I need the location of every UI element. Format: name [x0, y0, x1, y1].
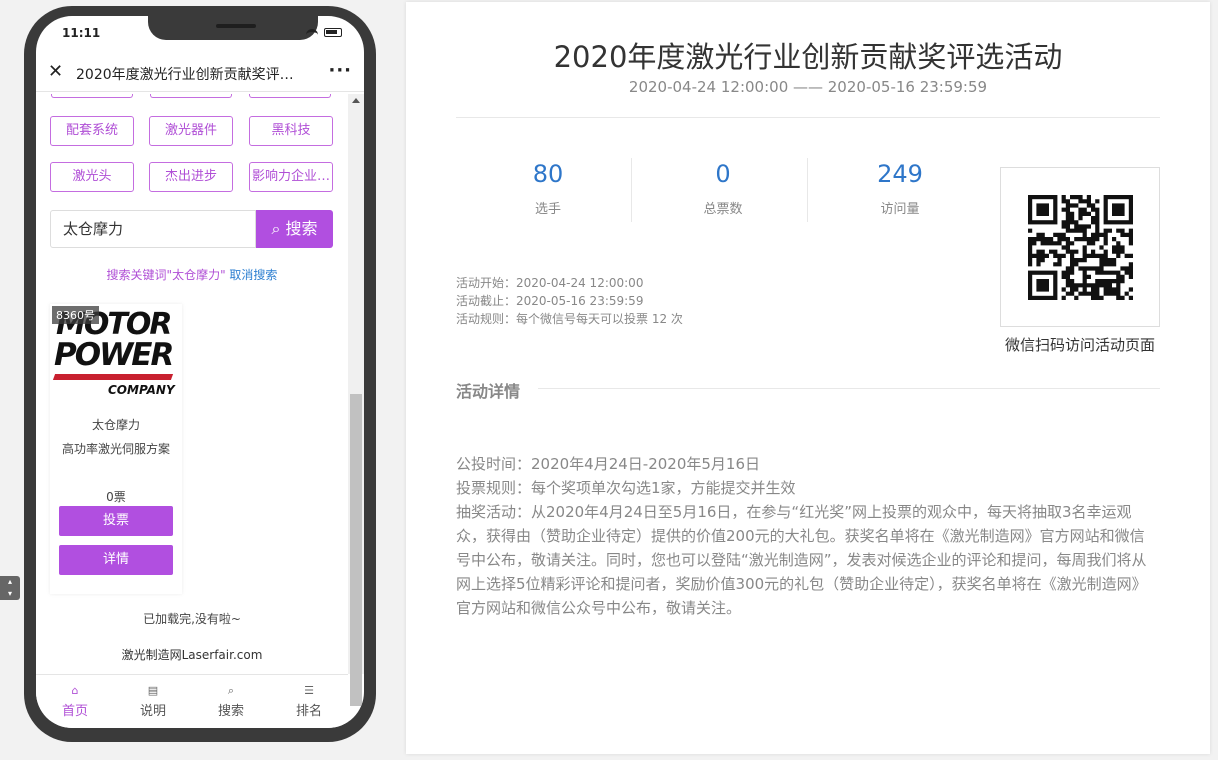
tab-ranking[interactable]: ☰ 排名 [270, 675, 348, 728]
category-button[interactable]: 影响力企业… [249, 162, 333, 192]
activity-daterange: 2020-04-24 12:00:00 —— 2020-05-16 23:59:… [628, 78, 988, 96]
logo-text-company: COMPANY [108, 383, 175, 397]
category-button[interactable]: 激光器件 [149, 116, 233, 146]
search-input[interactable]: 太仓摩力 [50, 210, 256, 248]
divider [456, 117, 1160, 118]
nav-bar: ✕ 2020年度激光行业创新贡献奖评… ··· [36, 58, 364, 92]
tab-home[interactable]: ⌂ 首页 [36, 675, 114, 728]
category-button[interactable]: 杰出进步 [149, 162, 233, 192]
stat-divider [807, 158, 808, 222]
status-time: 11:11 [62, 26, 101, 40]
search-hint-keyword: 搜索关键词"太仓摩力" [106, 268, 226, 282]
section-title: 活动详情 [456, 382, 521, 401]
search-icon: ⌕ [227, 684, 235, 697]
tab-description[interactable]: ▤ 说明 [114, 675, 192, 728]
battery-icon [324, 28, 342, 37]
section-divider [538, 388, 1160, 389]
category-button[interactable]: 配套系统 [50, 116, 134, 146]
activity-end: 活动截止：2020-05-16 23:59:59 [456, 294, 644, 308]
vote-button[interactable]: 投票 [59, 506, 173, 536]
contestant-desc: 高功率激光伺服方案 [61, 442, 170, 456]
scrollbar[interactable] [348, 94, 364, 706]
stat-visits: 249 访问量 [812, 160, 988, 217]
qr-code [1000, 167, 1160, 327]
more-icon[interactable]: ··· [328, 60, 352, 81]
list-icon: ☰ [304, 684, 314, 697]
stat-divider [631, 158, 632, 222]
number-badge: 8360号 [52, 306, 99, 324]
qr-caption: 微信扫码访问活动页面 [1004, 336, 1155, 354]
logo-stripe [52, 374, 174, 380]
tab-label: 说明 [139, 704, 166, 719]
document-icon: ▤ [147, 684, 159, 697]
vote-count: 0票 [106, 490, 126, 504]
loaded-message: 已加载完,没有啦~ [143, 612, 241, 626]
stat-value: 80 [532, 160, 564, 188]
tab-search[interactable]: ⌕ 搜索 [192, 675, 270, 728]
tab-label: 排名 [295, 704, 322, 719]
stat-contestants: 80 选手 [460, 160, 636, 217]
scroll-up-arrow[interactable] [352, 98, 360, 103]
activity-panel: 2020年度激光行业创新贡献奖评选活动 2020-04-24 12:00:00 … [406, 2, 1210, 754]
contestant-logo[interactable]: MOTOR POWER COMPANY 8360号 [52, 306, 180, 406]
scroll-thumb[interactable] [350, 394, 362, 706]
detail-button[interactable]: 详情 [59, 545, 173, 575]
activity-start: 活动开始：2020-04-24 12:00:00 [456, 276, 644, 290]
qr-code-image [1028, 195, 1133, 300]
activity-details: 公投时间：2020年4月24日-2020年5月16日 投票规则：每个奖项单次勾选… [456, 452, 1156, 620]
search-hint: 搜索关键词"太仓摩力" 取消搜索 [36, 266, 348, 283]
search-button[interactable]: ⌕ 搜索 [256, 210, 333, 248]
detail-vote-rule: 投票规则：每个奖项单次勾选1家，方能提交并生效 [456, 479, 796, 497]
category-button-partial[interactable] [51, 94, 133, 98]
contestant-name: 太仓摩力 [91, 418, 140, 432]
tab-bar: ⌂ 首页 ▤ 说明 ⌕ 搜索 ☰ 排名 [36, 674, 348, 728]
category-button-partial[interactable] [150, 94, 232, 98]
activity-rule: 活动规则：每个微信号每天可以投票 12 次 [456, 312, 683, 326]
page-content: 配套系统 激光器件 黑科技 激光头 杰出进步 影响力企业… 太仓摩力 ⌕ 搜索 … [36, 94, 348, 674]
status-icons [306, 28, 342, 37]
contestant-card: MOTOR POWER COMPANY 8360号 太仓摩力 高功率激光伺服方案… [50, 304, 182, 594]
speaker [216, 24, 256, 28]
stat-label: 访问量 [880, 202, 920, 217]
wifi-icon [306, 28, 318, 37]
phone-notch [148, 16, 318, 40]
logo-text-power: POWER [54, 337, 174, 373]
stat-value: 249 [877, 160, 923, 188]
stat-label: 总票数 [703, 202, 743, 217]
nav-title: 2020年度激光行业创新贡献奖评… [76, 67, 294, 83]
tab-label: 搜索 [217, 704, 244, 719]
activity-title: 2020年度激光行业创新贡献奖评选活动 [553, 40, 1063, 74]
stat-value: 0 [715, 160, 731, 188]
detail-vote-time: 公投时间：2020年4月24日-2020年5月16日 [456, 455, 761, 473]
category-button-partial[interactable] [249, 94, 331, 98]
category-button[interactable]: 黑科技 [249, 116, 333, 146]
cancel-search-link[interactable]: 取消搜索 [229, 268, 277, 282]
side-toggle-widget[interactable]: ▴ ▾ [0, 576, 20, 600]
home-icon: ⌂ [71, 684, 79, 697]
close-icon[interactable]: ✕ [48, 61, 63, 82]
footer-site[interactable]: 激光制造网Laserfair.com [36, 646, 348, 663]
stat-label: 选手 [534, 202, 561, 217]
search-button-label: 搜索 [285, 219, 318, 238]
tab-label: 首页 [61, 704, 88, 719]
search-icon: ⌕ [271, 219, 281, 238]
detail-lottery: 抽奖活动：从2020年4月24日至5月16日，在参与“红光奖”网上投票的观众中，… [456, 503, 1147, 617]
stat-total-votes: 0 总票数 [635, 160, 811, 217]
category-button[interactable]: 激光头 [50, 162, 134, 192]
phone-screen: 11:11 ✕ 2020年度激光行业创新贡献奖评… ··· 配套系统 激光器件 … [36, 16, 364, 728]
